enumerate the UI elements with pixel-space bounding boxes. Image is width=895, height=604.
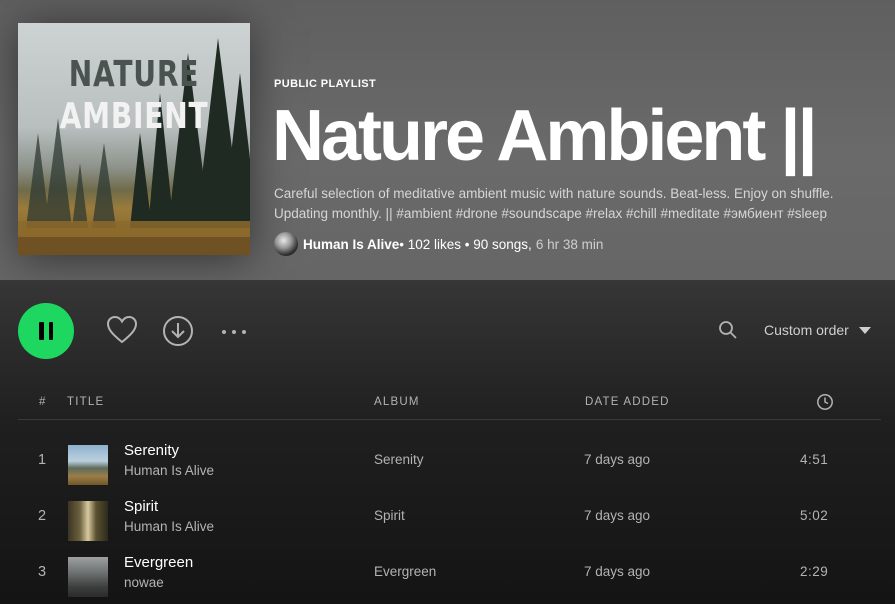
search-icon [719,321,737,339]
track-duration: 5:02 [800,508,829,523]
playlist-title: Nature Ambient || [272,96,818,176]
sort-label: Custom order [764,322,849,338]
track-artwork [68,445,108,485]
track-number: 3 [38,564,47,580]
track-row[interactable]: 2 Spirit Human Is Alive Spirit 7 days ag… [18,494,881,550]
playlist-meta: Human Is Alive • 102 likes • 90 songs, 6… [274,232,603,256]
sort-dropdown[interactable]: Custom order [764,322,871,338]
playlist-header: NATURE AMBIENT PUBLIC PLAYLIST Nature Am… [0,0,895,280]
cover-title-line2: AMBIENT [59,96,209,137]
pause-icon [37,322,56,340]
track-date-added: 7 days ago [584,452,651,467]
likes-and-song-count: • 102 likes • 90 songs, [399,236,532,252]
playlist-type-label: PUBLIC PLAYLIST [274,78,377,90]
track-artist[interactable]: Human Is Alive [124,463,214,478]
header-divider [18,419,881,420]
track-duration: 4:51 [800,452,829,467]
column-header-album[interactable]: ALBUM [374,396,420,408]
like-button[interactable] [106,315,138,350]
track-number: 2 [38,508,47,524]
heart-icon [106,315,138,344]
track-artwork [68,557,108,597]
track-title[interactable]: Serenity [124,442,179,459]
playlist-description: Careful selection of meditative ambient … [274,186,834,221]
more-options-button[interactable] [220,325,248,343]
track-artist[interactable]: Human Is Alive [124,519,214,534]
track-duration: 2:29 [800,564,829,579]
column-header-duration[interactable] [816,393,834,414]
column-header-title[interactable]: TITLE [67,396,104,408]
owner-avatar[interactable] [274,232,298,256]
track-row[interactable]: 3 Evergreen nowae Evergreen 7 days ago 2… [18,550,881,604]
column-header-date-added[interactable]: DATE ADDED [585,396,670,408]
track-title[interactable]: Spirit [124,498,158,515]
track-album[interactable]: Spirit [374,508,405,523]
track-album[interactable]: Serenity [374,452,424,467]
playlist-cover-image[interactable]: NATURE AMBIENT [18,23,250,255]
cover-title-line1: NATURE [68,54,200,95]
column-header-num: # [39,396,47,408]
track-artwork [68,501,108,541]
caret-down-icon [858,326,871,334]
track-date-added: 7 days ago [584,564,651,579]
track-number: 1 [38,452,47,468]
track-row[interactable]: 1 Serenity Human Is Alive Serenity 7 day… [18,438,881,494]
search-in-playlist-button[interactable] [718,320,738,345]
clock-icon [817,394,833,410]
more-icon [222,330,246,334]
playlist-duration: 6 hr 38 min [535,236,604,252]
download-button[interactable] [162,315,194,352]
pause-button[interactable] [18,303,74,359]
track-title[interactable]: Evergreen [124,554,193,571]
track-album[interactable]: Evergreen [374,564,436,579]
track-date-added: 7 days ago [584,508,651,523]
download-icon [163,316,193,346]
owner-name-link[interactable]: Human Is Alive [303,237,399,252]
track-artist[interactable]: nowae [124,575,164,590]
